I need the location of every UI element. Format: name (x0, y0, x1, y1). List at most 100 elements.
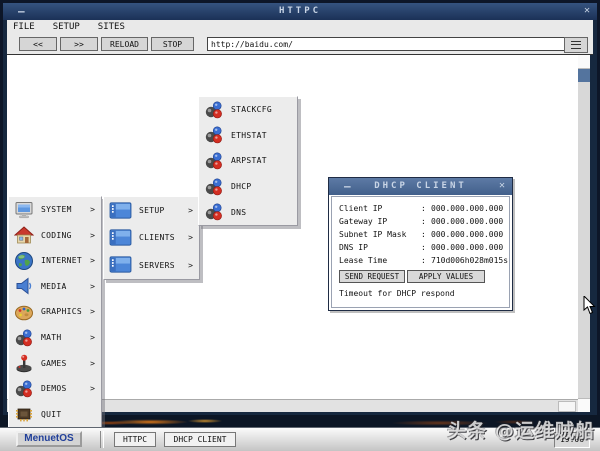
molecule-icon (14, 328, 34, 348)
close-icon[interactable]: ✕ (584, 5, 590, 16)
submenu-arrow-icon: > (188, 206, 193, 215)
home-icon (14, 225, 34, 245)
menu-item-label: CODING (41, 231, 72, 240)
taskbar-separator (100, 431, 104, 448)
window-icon (109, 228, 132, 248)
submenu-item-ethstat[interactable]: ETHSTAT (199, 123, 297, 149)
menu-item-label: GRAPHICS (41, 307, 82, 316)
submenu-arrow-icon: > (90, 256, 95, 265)
back-button[interactable]: << (19, 37, 57, 51)
molecule-icon (204, 125, 224, 145)
menuetos-start-button[interactable]: MenuetOS (16, 431, 82, 447)
submenu-arrow-icon: > (90, 231, 95, 240)
menu-item-label: MATH (41, 333, 61, 342)
field-separator: : (421, 215, 431, 228)
submenu-item-clients[interactable]: CLIENTS > (104, 224, 199, 251)
scroll-down-button[interactable] (578, 398, 590, 412)
menu-sites[interactable]: SITES (94, 22, 129, 32)
menu-item-label: GAMES (41, 359, 67, 368)
dhcp-titlebar[interactable]: — DHCP CLIENT ✕ (329, 178, 512, 195)
clients-submenu: STACKCFG ETHSTAT ARPSTAT DHCP DNS (198, 96, 298, 226)
dhcp-client-window: — DHCP CLIENT ✕ Client IP : 000.000.000.… (328, 177, 513, 311)
field-subnet-mask: Subnet IP Mask : 000.000.000.000 (339, 228, 509, 241)
submenu-item-stackcfg[interactable]: STACKCFG (199, 97, 297, 123)
submenu-item-dhcp[interactable]: DHCP (199, 174, 297, 200)
close-icon[interactable]: ✕ (499, 180, 505, 191)
menu-item-math[interactable]: MATH > (9, 325, 101, 351)
dhcp-status-text: Timeout for DHCP respond (339, 289, 509, 298)
scroll-up-button[interactable] (578, 55, 590, 69)
submenu-arrow-icon: > (90, 384, 95, 393)
molecule-icon (204, 151, 224, 171)
joystick-icon (14, 353, 34, 373)
field-label: DNS IP (339, 241, 421, 254)
palette-icon (14, 302, 34, 322)
menu-item-media[interactable]: MEDIA > (9, 274, 101, 300)
submenu-item-setup[interactable]: SETUP > (104, 197, 199, 224)
field-separator: : (421, 254, 431, 267)
menu-item-system[interactable]: SYSTEM > (9, 197, 101, 223)
menu-item-label: INTERNET (41, 256, 82, 265)
submenu-item-arpstat[interactable]: ARPSTAT (199, 148, 297, 174)
vertical-scrollbar[interactable] (578, 55, 590, 412)
scrollbar-thumb[interactable] (578, 69, 590, 82)
menu-item-demos[interactable]: DEMOS > (9, 376, 101, 402)
menu-item-label: QUIT (41, 410, 61, 419)
menu-item-internet[interactable]: INTERNET > (9, 248, 101, 274)
field-separator: : (421, 202, 431, 215)
url-input[interactable] (207, 37, 567, 51)
chip-icon (14, 404, 34, 424)
molecule-icon (14, 379, 34, 399)
field-label: Lease Time (339, 254, 421, 267)
send-request-button[interactable]: SEND REQUEST (339, 270, 405, 283)
window-icon (109, 201, 132, 221)
apply-values-button[interactable]: APPLY VALUES (407, 270, 485, 283)
field-separator: : (421, 228, 431, 241)
menu-item-label: DEMOS (41, 384, 67, 393)
dhcp-button-row: SEND REQUEST APPLY VALUES (339, 270, 509, 283)
field-label: Gateway IP (339, 215, 421, 228)
menu-file[interactable]: FILE (9, 22, 39, 32)
httpc-titlebar[interactable]: — HTTPC ✕ (3, 3, 597, 20)
monitor-icon (14, 200, 34, 220)
field-label: Client IP (339, 202, 421, 215)
menu-setup[interactable]: SETUP (49, 22, 84, 32)
forward-button[interactable]: >> (60, 37, 98, 51)
menu-item-label: DNS (231, 208, 246, 217)
internet-submenu: SETUP > CLIENTS > SERVERS > (103, 196, 200, 280)
taskbar-task-httpc[interactable]: HTTPC (114, 432, 156, 447)
menu-item-coding[interactable]: CODING > (9, 223, 101, 249)
menu-item-graphics[interactable]: GRAPHICS > (9, 299, 101, 325)
menu-item-label: SETUP (139, 206, 165, 215)
speaker-icon (14, 276, 34, 296)
browser-toolbar: << >> RELOAD STOP (7, 34, 593, 55)
menu-item-label: ARPSTAT (231, 156, 267, 165)
menu-item-games[interactable]: GAMES > (9, 350, 101, 376)
menu-item-label: SYSTEM (41, 205, 72, 214)
molecule-icon (204, 100, 224, 120)
reload-button[interactable]: RELOAD (101, 37, 148, 51)
menu-item-label: DHCP (231, 182, 251, 191)
hamburger-menu-button[interactable] (564, 37, 588, 53)
field-label: Subnet IP Mask (339, 228, 421, 241)
field-value: 000.000.000.000 (431, 228, 503, 241)
molecule-icon (204, 177, 224, 197)
globe-icon (14, 251, 34, 271)
stop-button[interactable]: STOP (151, 37, 194, 51)
taskbar-task-dhcp-client[interactable]: DHCP CLIENT (164, 432, 236, 447)
field-separator: : (421, 241, 431, 254)
menu-item-label: MEDIA (41, 282, 67, 291)
scroll-corner-button[interactable] (558, 401, 576, 412)
watermark-text: 头条 @运维贼船 (447, 416, 595, 443)
window-icon (109, 255, 132, 275)
field-gateway-ip: Gateway IP : 000.000.000.000 (339, 215, 509, 228)
submenu-arrow-icon: > (188, 233, 193, 242)
browser-menu-bar: FILE SETUP SITES (7, 20, 593, 34)
menu-item-label: CLIENTS (139, 233, 175, 242)
submenu-item-servers[interactable]: SERVERS > (104, 252, 199, 279)
menu-item-quit[interactable]: QUIT (9, 401, 101, 427)
molecule-icon (204, 202, 224, 222)
field-value: 710d006h028m015s (431, 254, 508, 267)
submenu-item-dns[interactable]: DNS (199, 199, 297, 225)
menu-item-label: STACKCFG (231, 105, 272, 114)
